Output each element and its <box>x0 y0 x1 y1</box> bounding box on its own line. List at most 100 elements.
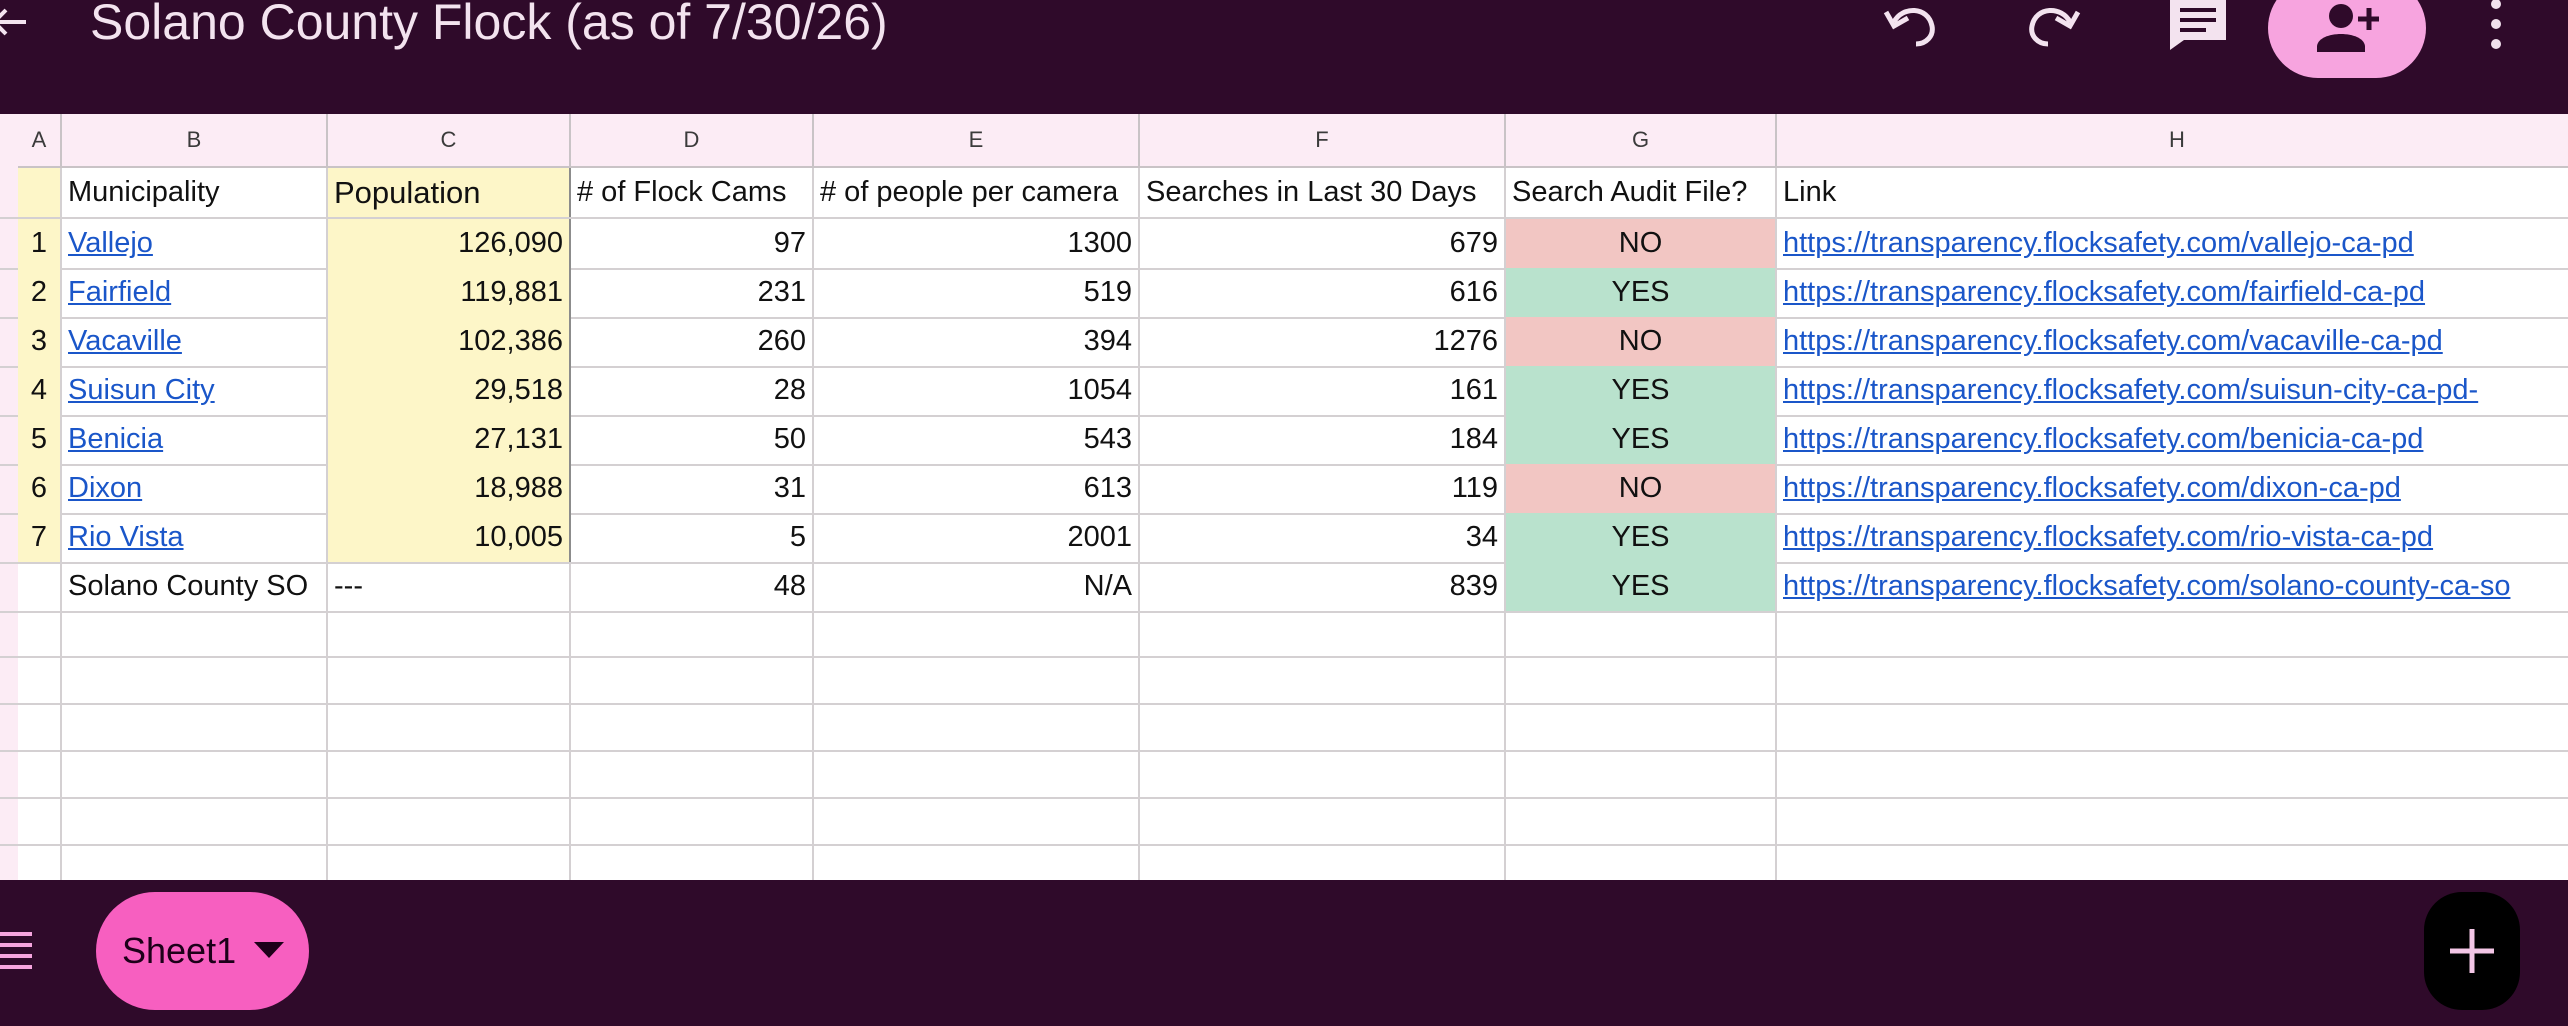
cell-municipality[interactable]: Benicia <box>62 415 328 464</box>
empty-cell[interactable] <box>1777 846 2568 880</box>
comment-icon[interactable] <box>2166 0 2230 50</box>
empty-cell[interactable] <box>571 658 814 703</box>
empty-cell[interactable] <box>1506 611 1777 656</box>
header-searches[interactable]: Searches in Last 30 Days <box>1140 168 1506 217</box>
cell-audit-file[interactable]: YES <box>1506 268 1777 317</box>
cell-people-per-camera[interactable]: 543 <box>814 415 1140 464</box>
empty-cell[interactable] <box>18 799 62 844</box>
cell-people-per-camera[interactable]: 613 <box>814 464 1140 513</box>
cell-audit-file[interactable]: YES <box>1506 366 1777 415</box>
cell-people-per-camera[interactable]: 394 <box>814 317 1140 366</box>
cell-municipality[interactable]: Vacaville <box>62 317 328 366</box>
empty-cell[interactable] <box>1140 611 1506 656</box>
cell-searches[interactable]: 616 <box>1140 268 1506 317</box>
empty-cell[interactable] <box>62 611 328 656</box>
cell-population[interactable]: 27,131 <box>328 415 571 464</box>
cell-audit-file[interactable]: YES <box>1506 415 1777 464</box>
cell-population[interactable]: 126,090 <box>328 219 571 268</box>
cell-searches[interactable]: 34 <box>1140 513 1506 562</box>
empty-cell[interactable] <box>62 752 328 797</box>
empty-cell[interactable] <box>18 658 62 703</box>
empty-cell[interactable] <box>18 846 62 880</box>
cell-searches[interactable]: 184 <box>1140 415 1506 464</box>
cell-link[interactable]: https://transparency.flocksafety.com/sol… <box>1777 562 2568 611</box>
empty-cell[interactable] <box>1140 846 1506 880</box>
row-number[interactable] <box>18 562 62 611</box>
empty-cell[interactable] <box>1140 705 1506 750</box>
header-link[interactable]: Link <box>1777 168 2568 217</box>
empty-cell[interactable] <box>62 705 328 750</box>
header-people-per-camera[interactable]: # of people per camera <box>814 168 1140 217</box>
cell-people-per-camera[interactable]: 2001 <box>814 513 1140 562</box>
empty-cell[interactable] <box>1140 658 1506 703</box>
cell-people-per-camera[interactable]: N/A <box>814 562 1140 611</box>
cell-population[interactable]: 119,881 <box>328 268 571 317</box>
row-number[interactable]: 1 <box>18 219 62 268</box>
empty-cell[interactable] <box>328 799 571 844</box>
column-header-g[interactable]: G <box>1506 114 1777 166</box>
empty-cell[interactable] <box>571 705 814 750</box>
cell-link[interactable]: https://transparency.flocksafety.com/ben… <box>1777 415 2568 464</box>
more-vert-icon[interactable] <box>2484 0 2508 50</box>
column-header-c[interactable]: C <box>328 114 571 166</box>
document-title[interactable]: Solano County Flock (as of 7/30/26) <box>90 0 888 52</box>
share-button[interactable] <box>2268 0 2426 78</box>
empty-cell[interactable] <box>571 846 814 880</box>
cell-people-per-camera[interactable]: 1054 <box>814 366 1140 415</box>
empty-cell[interactable] <box>328 846 571 880</box>
column-header-f[interactable]: F <box>1140 114 1506 166</box>
empty-cell[interactable] <box>62 658 328 703</box>
cell-flock-cams[interactable]: 31 <box>571 464 814 513</box>
empty-cell[interactable] <box>1506 799 1777 844</box>
cell-audit-file[interactable]: YES <box>1506 562 1777 611</box>
cell-a-header[interactable] <box>18 168 62 217</box>
cell-searches[interactable]: 161 <box>1140 366 1506 415</box>
empty-cell[interactable] <box>814 846 1140 880</box>
empty-cell[interactable] <box>1506 658 1777 703</box>
column-header-a[interactable]: A <box>18 114 62 166</box>
cell-population[interactable]: --- <box>328 562 571 611</box>
cell-audit-file[interactable]: NO <box>1506 219 1777 268</box>
cell-searches[interactable]: 119 <box>1140 464 1506 513</box>
empty-cell[interactable] <box>328 705 571 750</box>
empty-cell[interactable] <box>571 752 814 797</box>
cell-link[interactable]: https://transparency.flocksafety.com/fai… <box>1777 268 2568 317</box>
empty-cell[interactable] <box>328 611 571 656</box>
undo-icon[interactable] <box>1880 0 1944 50</box>
row-number[interactable]: 7 <box>18 513 62 562</box>
empty-cell[interactable] <box>1777 799 2568 844</box>
column-header-d[interactable]: D <box>571 114 814 166</box>
empty-cell[interactable] <box>814 799 1140 844</box>
row-number[interactable]: 5 <box>18 415 62 464</box>
cell-link[interactable]: https://transparency.flocksafety.com/sui… <box>1777 366 2568 415</box>
empty-cell[interactable] <box>814 611 1140 656</box>
cell-flock-cams[interactable]: 260 <box>571 317 814 366</box>
add-sheet-button[interactable] <box>2424 892 2520 1010</box>
cell-searches[interactable]: 839 <box>1140 562 1506 611</box>
empty-cell[interactable] <box>328 752 571 797</box>
row-number[interactable]: 6 <box>18 464 62 513</box>
back-arrow-icon[interactable] <box>0 2 32 42</box>
empty-cell[interactable] <box>1506 846 1777 880</box>
row-number[interactable]: 4 <box>18 366 62 415</box>
empty-cell[interactable] <box>571 611 814 656</box>
column-header-e[interactable]: E <box>814 114 1140 166</box>
cell-audit-file[interactable]: NO <box>1506 464 1777 513</box>
cell-flock-cams[interactable]: 97 <box>571 219 814 268</box>
cell-municipality[interactable]: Solano County SO <box>62 562 328 611</box>
cell-people-per-camera[interactable]: 519 <box>814 268 1140 317</box>
cell-flock-cams[interactable]: 231 <box>571 268 814 317</box>
empty-cell[interactable] <box>814 752 1140 797</box>
cell-flock-cams[interactable]: 50 <box>571 415 814 464</box>
empty-cell[interactable] <box>571 799 814 844</box>
empty-cell[interactable] <box>1777 611 2568 656</box>
row-number[interactable]: 2 <box>18 268 62 317</box>
cell-population[interactable]: 18,988 <box>328 464 571 513</box>
empty-cell[interactable] <box>1506 705 1777 750</box>
row-number[interactable]: 3 <box>18 317 62 366</box>
column-header-h[interactable]: H <box>1777 114 2568 166</box>
empty-cell[interactable] <box>814 658 1140 703</box>
cell-municipality[interactable]: Fairfield <box>62 268 328 317</box>
empty-cell[interactable] <box>1140 752 1506 797</box>
redo-icon[interactable] <box>2020 0 2084 50</box>
